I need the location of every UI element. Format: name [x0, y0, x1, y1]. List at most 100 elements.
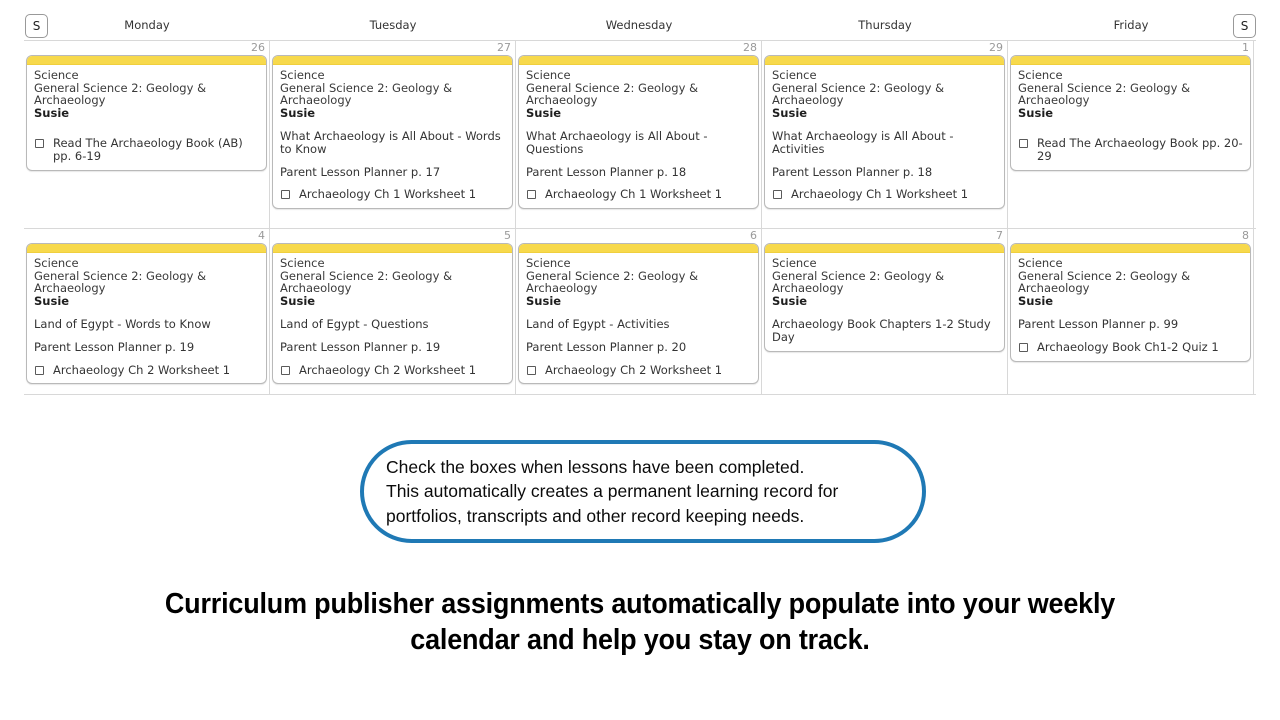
lesson-course: General Science 2: Geology & Archaeology: [280, 80, 453, 108]
lesson-complete-checkbox[interactable]: [527, 365, 536, 375]
date-number: 27: [497, 41, 511, 54]
lesson-card[interactable]: Science General Science 2: Geology & Arch…: [272, 55, 513, 209]
lesson-subject: Science: [772, 256, 817, 270]
assignment-line: Parent Lesson Planner p. 18: [526, 164, 687, 179]
date-number: 26: [251, 41, 265, 54]
date-number: 4: [258, 229, 265, 242]
lesson-card[interactable]: Science General Science 2: Geology & Arch…: [272, 243, 513, 385]
lesson-student-name: Susie: [526, 293, 562, 308]
lesson-card-body: Science General Science 2: Geology & Arch…: [519, 253, 758, 383]
lesson-card[interactable]: Science General Science 2: Geology & Arch…: [1010, 243, 1251, 362]
card-accent-bar: [273, 56, 512, 65]
todo-row[interactable]: Archaeology Ch 1 Worksheet 1: [772, 188, 997, 201]
card-accent-bar: [765, 244, 1004, 253]
lesson-complete-checkbox[interactable]: [35, 365, 44, 375]
calendar-day-cell[interactable]: 26 Science General Science 2: Geology & Ar…: [24, 41, 270, 228]
lesson-card[interactable]: Science General Science 2: Geology & Arch…: [764, 243, 1005, 352]
lesson-subject: Science: [34, 68, 79, 82]
todo-row[interactable]: Archaeology Ch 2 Worksheet 1: [280, 362, 505, 377]
card-accent-bar: [1011, 244, 1250, 253]
day-name-monday: Monday: [124, 18, 170, 32]
lesson-card-body: Science General Science 2: Geology & Arch…: [519, 65, 758, 208]
lesson-student-name: Susie: [1018, 105, 1054, 120]
calendar-day-cell[interactable]: 4 Science General Science 2: Geology & Arc…: [24, 229, 270, 395]
day-name-friday: Friday: [1113, 18, 1149, 32]
todo-row[interactable]: Archaeology Ch 1 Worksheet 1: [526, 188, 751, 201]
todo-row[interactable]: Read The Archaeology Book (AB) pp. 6-19: [34, 137, 259, 162]
lesson-subject: Science: [526, 68, 571, 82]
lesson-student-name: Susie: [280, 105, 316, 120]
todo-label: Archaeology Ch 2 Worksheet 1: [53, 362, 231, 377]
assignment-line: What Archaeology is All About - Question…: [526, 129, 708, 156]
lesson-complete-checkbox[interactable]: [773, 190, 782, 200]
day-name-tuesday: Tuesday: [369, 18, 417, 32]
lesson-course: General Science 2: Geology & Archaeology: [34, 268, 207, 296]
lesson-card-body: Science General Science 2: Geology & Arch…: [273, 253, 512, 383]
calendar-day-cell[interactable]: 5 Science General Science 2: Geology & Arc…: [270, 229, 516, 395]
assignment-line: Land of Egypt - Words to Know: [34, 317, 211, 332]
lesson-card[interactable]: Science General Science 2: Geology & Arch…: [518, 243, 759, 385]
date-number: 7: [996, 229, 1003, 242]
assignment-block: Land of Egypt - Words to Know Parent Less…: [34, 318, 259, 353]
assignment-block: Parent Lesson Planner p. 99: [1018, 318, 1243, 331]
todo-label: Archaeology Book Ch1-2 Quiz 1: [1037, 339, 1219, 354]
lesson-subject: Science: [280, 256, 325, 270]
calendar-day-cell[interactable]: 7 Science General Science 2: Geology & Arc…: [762, 229, 1008, 395]
calendar-header: S S Monday Tuesday Wednesday Thursday Friday: [0, 0, 1280, 40]
assignment-block: What Archaeology is All About - Question…: [526, 130, 751, 178]
assignment-line: Parent Lesson Planner p. 99: [1018, 317, 1179, 332]
lesson-complete-checkbox[interactable]: [527, 190, 536, 200]
lesson-card[interactable]: Science General Science 2: Geology & Arch…: [26, 243, 267, 385]
lesson-student-name: Susie: [772, 293, 808, 308]
card-accent-bar: [519, 244, 758, 253]
todo-label: Archaeology Ch 2 Worksheet 1: [545, 362, 723, 377]
date-number: 5: [504, 229, 511, 242]
lesson-complete-checkbox[interactable]: [35, 139, 44, 149]
todo-row[interactable]: Archaeology Ch 1 Worksheet 1: [280, 188, 505, 201]
lesson-student-name: Susie: [34, 105, 70, 120]
assignment-line: Archaeology Book Chapters 1-2 Study Day: [772, 317, 991, 344]
assignment-block: What Archaeology is All About - Words to…: [280, 130, 505, 178]
assignment-block: What Archaeology is All About - Activiti…: [772, 130, 997, 178]
todo-label: Archaeology Ch 1 Worksheet 1: [299, 187, 477, 202]
todo-label: Archaeology Ch 2 Worksheet 1: [299, 362, 477, 377]
lesson-card[interactable]: Science General Science 2: Geology & Arch…: [764, 55, 1005, 209]
calendar-day-cell[interactable]: 27 Science General Science 2: Geology & Ar…: [270, 41, 516, 228]
day-name-thursday: Thursday: [858, 18, 912, 32]
lesson-complete-checkbox[interactable]: [281, 190, 290, 200]
assignment-line: Parent Lesson Planner p. 19: [280, 339, 441, 354]
lesson-student-name: Susie: [526, 105, 562, 120]
assignment-block: Archaeology Book Chapters 1-2 Study Day: [772, 318, 997, 343]
calendar-day-cell[interactable]: 29 Science General Science 2: Geology & Ar…: [762, 41, 1008, 228]
day-name-wednesday: Wednesday: [605, 18, 673, 32]
todo-row[interactable]: Archaeology Ch 2 Worksheet 1: [34, 362, 259, 377]
lesson-card[interactable]: Science General Science 2: Geology & Arch…: [518, 55, 759, 209]
calendar-day-cell[interactable]: 1 Science General Science 2: Geology & Arc…: [1008, 41, 1254, 228]
todo-row[interactable]: Archaeology Ch 2 Worksheet 1: [526, 362, 751, 377]
lesson-complete-checkbox[interactable]: [1019, 139, 1028, 149]
lesson-course: General Science 2: Geology & Archaeology: [772, 80, 945, 108]
lesson-course: General Science 2: Geology & Archaeology: [526, 268, 699, 296]
assignment-block: Land of Egypt - Activities Parent Lesson …: [526, 318, 751, 353]
lesson-card[interactable]: Science General Science 2: Geology & Arch…: [26, 55, 267, 171]
date-number: 1: [1242, 41, 1249, 54]
todo-label: Archaeology Ch 1 Worksheet 1: [545, 187, 723, 202]
card-accent-bar: [27, 244, 266, 253]
lesson-complete-checkbox[interactable]: [281, 365, 290, 375]
lesson-card[interactable]: Science General Science 2: Geology & Arch…: [1010, 55, 1251, 171]
todo-row[interactable]: Archaeology Book Ch1-2 Quiz 1: [1018, 341, 1243, 354]
lesson-card-body: Science General Science 2: Geology & Arch…: [1011, 65, 1250, 170]
lesson-card-body: Science General Science 2: Geology & Arch…: [1011, 253, 1250, 361]
calendar-day-cell[interactable]: 6 Science General Science 2: Geology & Arc…: [516, 229, 762, 395]
assignment-line: What Archaeology is All About - Activiti…: [772, 129, 954, 156]
assignment-line: Parent Lesson Planner p. 17: [280, 164, 441, 179]
todo-label: Read The Archaeology Book pp. 20-29: [1037, 136, 1243, 163]
calendar-day-cell[interactable]: 8 Science General Science 2: Geology & Arc…: [1008, 229, 1254, 395]
lesson-course: General Science 2: Geology & Archaeology: [1018, 268, 1191, 296]
lesson-course: General Science 2: Geology & Archaeology: [1018, 80, 1191, 108]
lesson-student-name: Susie: [1018, 293, 1054, 308]
lesson-subject: Science: [772, 68, 817, 82]
todo-row[interactable]: Read The Archaeology Book pp. 20-29: [1018, 137, 1243, 162]
lesson-complete-checkbox[interactable]: [1019, 342, 1028, 352]
calendar-day-cell[interactable]: 28 Science General Science 2: Geology & Ar…: [516, 41, 762, 228]
